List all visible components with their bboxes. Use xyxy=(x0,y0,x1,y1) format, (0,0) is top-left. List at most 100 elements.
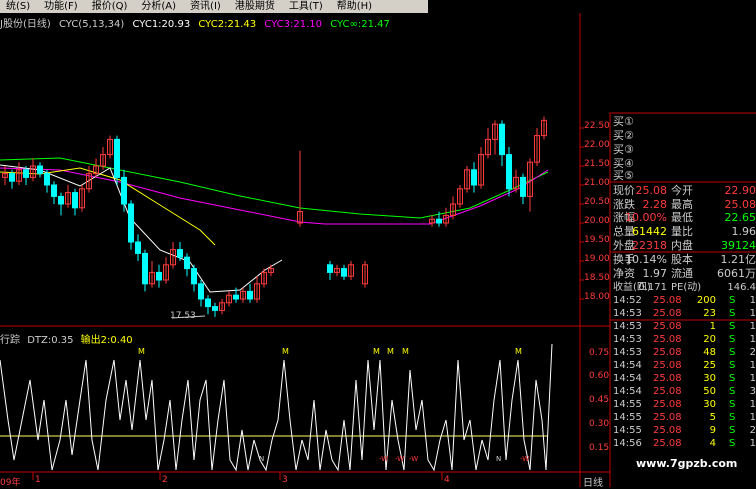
tick-count: 1 xyxy=(750,294,756,307)
x-tick-label: 4 xyxy=(444,475,450,485)
tick-volume: 1 xyxy=(710,320,716,333)
tick-price: 25.08 xyxy=(653,333,682,346)
tick-count: 1 xyxy=(750,437,756,450)
candle-body xyxy=(24,170,29,178)
indicator-line xyxy=(0,344,552,470)
chart-title: J股份(日线) CYC(5,13,34) CYC1:20.93 CYC2:21.… xyxy=(0,15,395,30)
quote-label: 涨跌 xyxy=(613,198,635,212)
tick-count: 1 xyxy=(750,411,756,424)
tick-volume: 5 xyxy=(710,411,716,424)
quote-row: 换手 10.14% 股本 1.21亿 xyxy=(611,253,756,267)
tick-count: 1 xyxy=(750,372,756,385)
tick-time: 14:54 xyxy=(613,372,642,385)
quote-value: 1.21亿 xyxy=(721,253,756,267)
candle-body xyxy=(115,139,120,177)
buy-label: 买② xyxy=(613,129,634,143)
candle-body xyxy=(521,177,526,196)
buy-row: 买⑤ xyxy=(611,169,756,183)
buy-row: 买② xyxy=(611,129,756,143)
candle-body xyxy=(248,291,253,299)
tick-row: 14:5625.084S1 xyxy=(611,437,756,450)
tick-row: 14:5425.0825S1 xyxy=(611,359,756,372)
quote-value: 0.171 xyxy=(638,281,667,295)
quote-label: 最高 xyxy=(671,198,693,212)
price-label: 22.50 xyxy=(584,121,610,131)
quote-label: 内盘 xyxy=(671,239,693,253)
cyc1-line xyxy=(0,165,282,292)
tick-count: 1 xyxy=(750,320,756,333)
marker-m: M xyxy=(402,347,409,356)
buy-row: 买① xyxy=(611,115,756,129)
quote-label: 现价 xyxy=(613,184,635,198)
quote-value: 146.4 xyxy=(727,281,756,295)
tick-price: 25.08 xyxy=(653,437,682,450)
tick-price: 25.08 xyxy=(653,307,682,320)
quote-value: 6061万 xyxy=(717,267,756,281)
quote-row: 总量 61442 量比 1.96 xyxy=(611,225,756,239)
quote-label: 今开 xyxy=(671,184,693,198)
tick-row: 14:5225.08200S1 xyxy=(611,294,756,307)
quote-label: 股本 xyxy=(671,253,693,267)
quote-value: 25.08 xyxy=(725,198,756,212)
candle-body xyxy=(45,174,50,185)
x-year: 09年 xyxy=(0,475,20,488)
candle-body xyxy=(206,299,211,307)
quote-value: 61442 xyxy=(632,225,667,239)
marker-n: N xyxy=(259,455,264,463)
marker-w: -W xyxy=(379,455,388,463)
quote-value: 1.96 xyxy=(732,225,756,239)
indicator-name: 行踪 xyxy=(0,335,20,346)
quote-row: 涨幅 10.00% 最低 22.65 xyxy=(611,211,756,225)
tick-row: 14:5525.0830S1 xyxy=(611,398,756,411)
candle-body xyxy=(122,177,127,204)
candle-body xyxy=(52,185,57,196)
price-label: 20.50 xyxy=(584,197,610,207)
tick-side: S xyxy=(729,320,735,333)
quote-row: 涨跌 2.28 最高 25.08 xyxy=(611,198,756,212)
buy-label: 买⑤ xyxy=(613,169,634,183)
indicator-axis-label: 0.75 xyxy=(589,348,609,358)
quote-row: 外盘 22318 内盘 39124 xyxy=(611,239,756,253)
tick-price: 25.08 xyxy=(653,294,682,307)
tick-time: 14:55 xyxy=(613,411,642,424)
quote-value: 10.00% xyxy=(625,211,667,225)
candle-body xyxy=(199,284,204,299)
quote-row: 收益(四) 0.171 PE(动) 146.4 xyxy=(611,281,756,295)
price-label: 19.00 xyxy=(584,254,610,264)
indicator-axis-label: 0.45 xyxy=(589,395,609,405)
candle-body xyxy=(328,265,333,273)
tick-side: S xyxy=(729,333,735,346)
tick-time: 14:53 xyxy=(613,346,642,359)
tick-count: 1 xyxy=(750,398,756,411)
tick-count: 2 xyxy=(750,424,756,437)
cycinf-value: CYC∞:21.47 xyxy=(330,19,390,30)
tick-row: 14:5525.089S2 xyxy=(611,424,756,437)
tick-side: S xyxy=(729,359,735,372)
price-label: 18.00 xyxy=(584,292,610,302)
candle-body xyxy=(213,307,218,311)
x-tick-label: 3 xyxy=(282,475,288,485)
candle-body xyxy=(472,170,477,185)
candle-body xyxy=(507,155,512,189)
cyc2-value: CYC2:21.43 xyxy=(198,19,256,30)
tick-time: 14:53 xyxy=(613,320,642,333)
quote-value: 2.28 xyxy=(643,198,668,212)
marker-m: M xyxy=(373,347,380,356)
candle-body xyxy=(234,295,239,299)
price-label: 22.00 xyxy=(584,140,610,150)
marker-m: M xyxy=(138,347,145,356)
marker-m: M xyxy=(515,347,522,356)
quote-row: 净资 1.97 流通 6061万 xyxy=(611,267,756,281)
tick-price: 25.08 xyxy=(653,359,682,372)
quote-label: 量比 xyxy=(671,225,693,239)
tick-price: 25.08 xyxy=(653,385,682,398)
indicator-axis-label: 0.15 xyxy=(589,443,609,453)
x-tick-label: 1 xyxy=(35,475,41,485)
quote-label: 最低 xyxy=(671,211,693,225)
cyc-params: CYC(5,13,34) xyxy=(59,19,124,30)
tick-row: 14:5425.0850S3 xyxy=(611,385,756,398)
quote-label: 流通 xyxy=(671,267,693,281)
quote-value: 1.97 xyxy=(643,267,668,281)
stock-name: J股份(日线) xyxy=(0,19,51,30)
quote-label: PE(动) xyxy=(671,281,701,295)
